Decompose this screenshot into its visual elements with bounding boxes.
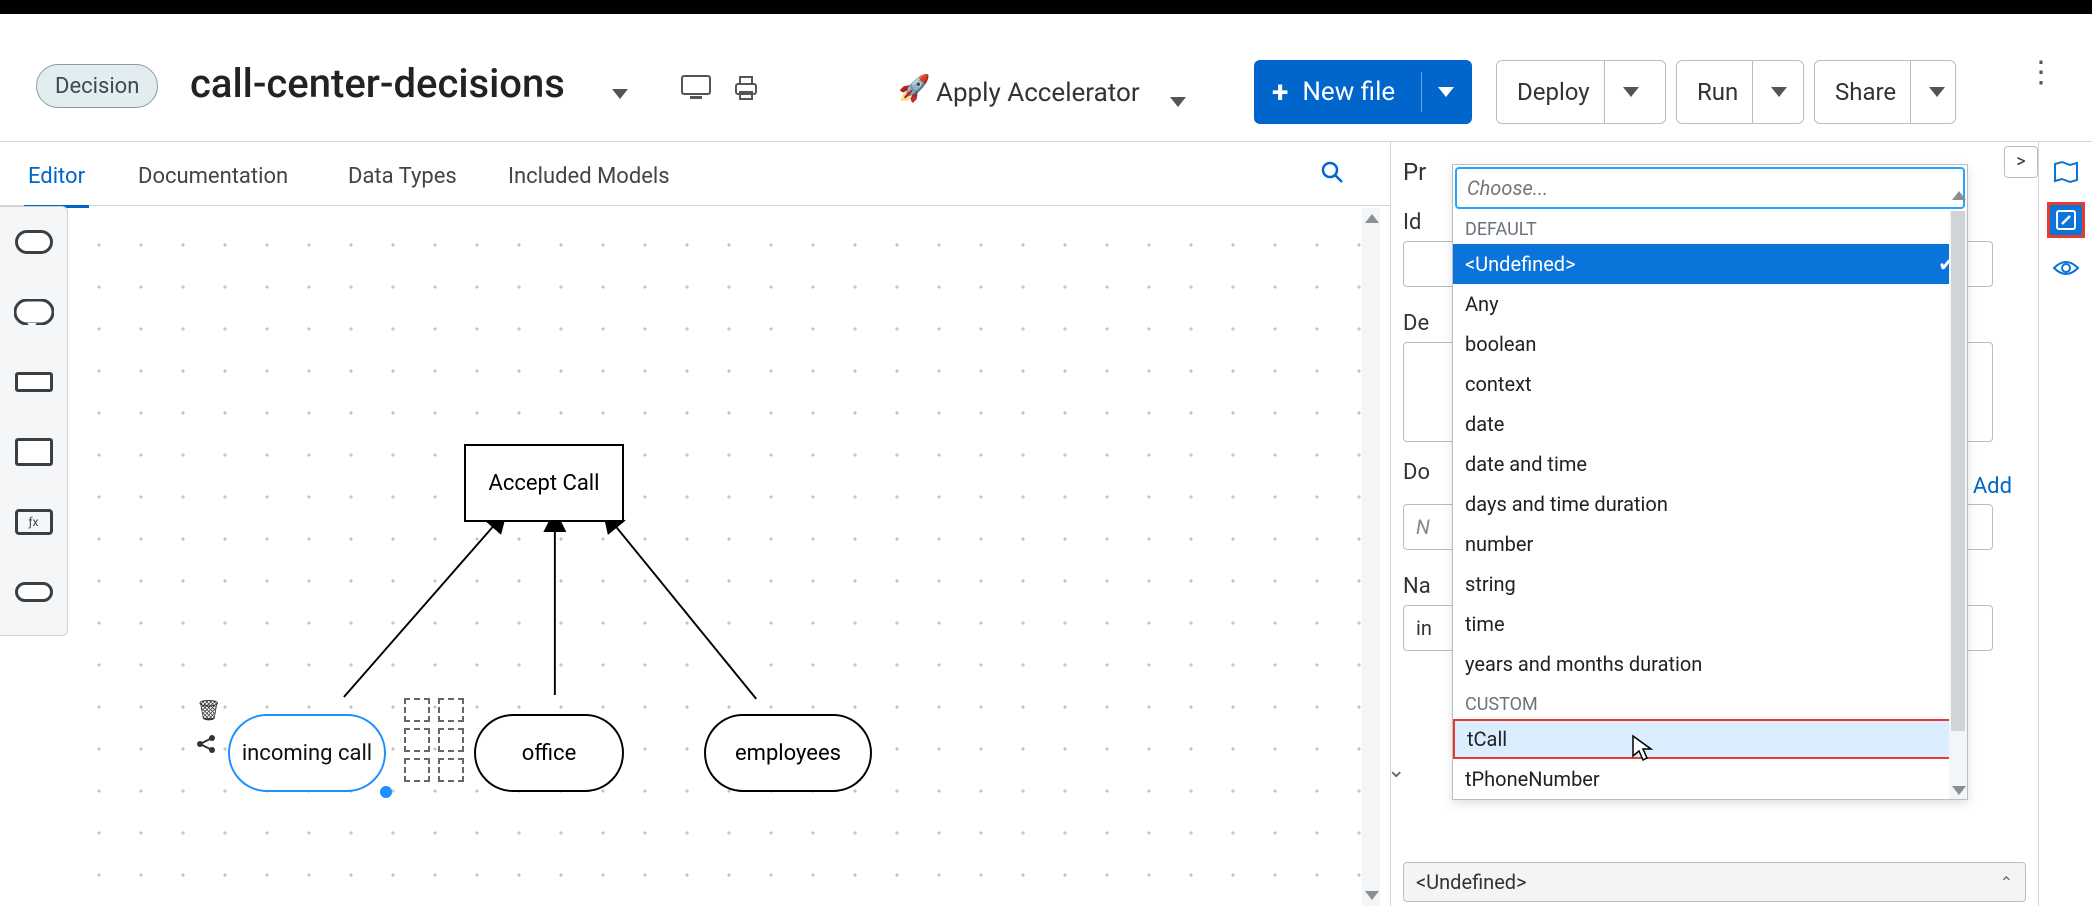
node-incoming-call[interactable]: incoming call xyxy=(228,714,386,792)
run-button[interactable]: Run xyxy=(1676,60,1804,124)
delete-icon[interactable]: 🗑 xyxy=(196,698,221,722)
rocket-icon: 🚀 xyxy=(898,74,930,104)
datatype-search-input[interactable] xyxy=(1467,176,1953,200)
project-title: call-center-decisions xyxy=(190,60,565,107)
connect-icon[interactable] xyxy=(196,734,216,759)
eye-icon[interactable] xyxy=(2047,250,2085,286)
search-icon[interactable] xyxy=(1320,160,1344,190)
data-type-field[interactable]: <Undefined>⌃ xyxy=(1403,862,2026,902)
canvas-vscrollbar[interactable] xyxy=(1362,208,1380,906)
context-tool-5[interactable] xyxy=(404,758,430,782)
palette-ks[interactable] xyxy=(0,557,67,627)
dropdown-item[interactable]: date and time xyxy=(1453,444,1967,484)
dropdown-item[interactable]: <Undefined>✔ xyxy=(1453,244,1967,284)
deploy-dropdown[interactable] xyxy=(1623,87,1639,97)
dropdown-item[interactable]: days and time duration xyxy=(1453,484,1967,524)
share-button[interactable]: Share xyxy=(1814,60,1956,124)
context-tool-4[interactable] xyxy=(438,728,464,752)
section-toggle[interactable]: ⌄ xyxy=(1387,758,1405,783)
node-employees[interactable]: employees xyxy=(704,714,872,792)
diagram-canvas[interactable]: Accept Call incoming call office employe… xyxy=(68,206,1362,906)
node-office[interactable]: office xyxy=(474,714,624,792)
palette-input-data[interactable] xyxy=(0,207,67,277)
dropdown-item[interactable]: tPhoneNumber xyxy=(1453,759,1967,799)
dropdown-item[interactable]: boolean xyxy=(1453,324,1967,364)
run-dropdown[interactable] xyxy=(1771,87,1787,97)
dropdown-item[interactable]: number xyxy=(1453,524,1967,564)
tab-documentation[interactable]: Documentation xyxy=(134,158,292,195)
dropdown-item[interactable]: string xyxy=(1453,564,1967,604)
apply-accelerator-button[interactable]: Apply Accelerator xyxy=(936,78,1140,108)
new-file-dropdown[interactable] xyxy=(1438,87,1454,97)
accelerator-dropdown[interactable] xyxy=(1170,92,1186,111)
palette-annotation[interactable] xyxy=(0,277,67,347)
palette-decision[interactable] xyxy=(0,347,67,417)
palette-text[interactable]: ƒx xyxy=(0,487,67,557)
dropdown-item[interactable]: Any xyxy=(1453,284,1967,324)
context-tool-2[interactable] xyxy=(438,698,464,722)
dropdown-item[interactable]: date xyxy=(1453,404,1967,444)
dropdown-item[interactable]: tCall xyxy=(1453,719,1967,759)
desktop-icon[interactable] xyxy=(680,74,714,104)
canvas-grid xyxy=(68,206,1362,906)
context-tool-6[interactable] xyxy=(438,758,464,782)
context-tool-1[interactable] xyxy=(404,698,430,722)
project-dropdown[interactable] xyxy=(612,84,628,103)
node-accept-call[interactable]: Accept Call xyxy=(464,444,624,522)
dropdown-item[interactable]: time xyxy=(1453,604,1967,644)
resize-handle[interactable] xyxy=(380,786,392,798)
edit-icon[interactable] xyxy=(2047,202,2085,238)
plus-icon: + xyxy=(1272,75,1288,110)
context-tool-3[interactable] xyxy=(404,728,430,752)
share-dropdown[interactable] xyxy=(1929,87,1945,97)
right-rail xyxy=(2038,142,2092,906)
dropdown-group-label: DEFAULT xyxy=(1453,209,1967,244)
deploy-button[interactable]: Deploy xyxy=(1496,60,1666,124)
print-icon[interactable] xyxy=(730,74,764,104)
tab-data-types[interactable]: Data Types xyxy=(344,158,461,195)
palette-bkm[interactable] xyxy=(0,417,67,487)
map-icon[interactable] xyxy=(2047,154,2085,190)
more-menu-button[interactable]: ⋮ xyxy=(2026,68,2056,78)
decision-chip: Decision xyxy=(36,64,158,108)
datatype-search[interactable] xyxy=(1455,167,1965,209)
collapse-properties-button[interactable]: > xyxy=(2004,146,2038,178)
datatype-dropdown: DEFAULT<Undefined>✔Anybooleancontextdate… xyxy=(1452,164,1968,800)
dropdown-group-label: CUSTOM xyxy=(1453,684,1967,719)
tab-included-models[interactable]: Included Models xyxy=(504,158,674,195)
add-documentation-link[interactable]: Add xyxy=(1973,474,2012,499)
shape-palette: ƒx xyxy=(0,206,68,636)
dropdown-scrollbar[interactable] xyxy=(1949,211,1967,799)
tab-editor[interactable]: Editor xyxy=(24,158,89,208)
dropdown-item[interactable]: context xyxy=(1453,364,1967,404)
new-file-button[interactable]: + New file xyxy=(1254,60,1472,124)
dropdown-item[interactable]: years and months duration xyxy=(1453,644,1967,684)
